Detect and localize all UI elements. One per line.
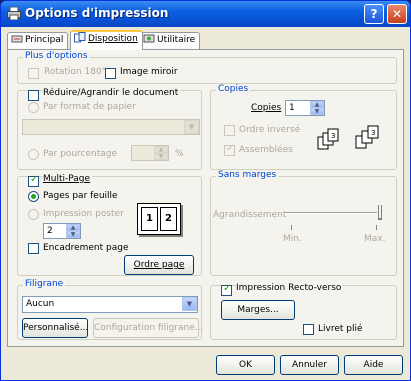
print-options-dialog: Options d'impression ? ✕ Principal Dispo… — [0, 0, 411, 381]
enlarge-label: Agrandissement — [213, 210, 287, 220]
printer-icon — [7, 7, 21, 20]
copies-label: Copies — [251, 103, 282, 113]
reduce-enlarge-label: Réduire/Agrandir le document — [43, 88, 181, 98]
copies-group: Copies Copies 1 ▲ ▼ Ordre inversé ✓ Assem… — [210, 84, 397, 170]
poster-label: Impression poster — [43, 209, 124, 219]
borderless-title: Sans marges — [216, 170, 279, 180]
chevron-down-icon[interactable]: ▼ — [182, 297, 197, 311]
booklet-label: Livret plié — [318, 324, 363, 334]
slider-min-label: Min. — [283, 234, 302, 244]
slider-min-tick — [291, 225, 292, 230]
reduce-enlarge-checkbox[interactable] — [28, 90, 39, 101]
close-button[interactable]: ✕ — [387, 4, 407, 24]
paper-size-combo[interactable]: ▼ — [22, 119, 200, 135]
margins-button[interactable]: Marges... — [221, 300, 295, 320]
multipage-preview: 1 2 — [137, 203, 181, 235]
watermark-combo[interactable]: Aucun ▼ — [22, 296, 198, 313]
more-options-group: Plus d'options Rotation 180° Image miroi… — [17, 51, 397, 84]
mirror-label: Image miroir — [120, 67, 178, 77]
collate-checkbox[interactable]: ✓ — [224, 143, 235, 156]
watermark-value: Aucun — [26, 299, 55, 309]
by-paper-radio[interactable] — [28, 102, 39, 113]
pages-per-sheet-label: Pages par feuille — [43, 191, 118, 201]
disposition-panel: Plus d'options Rotation 180° Image miroi… — [7, 49, 404, 347]
by-percent-radio[interactable] — [28, 149, 39, 160]
watermark-group: Filigrane Aucun ▼ Personnalisé... Config… — [17, 279, 203, 340]
ok-button[interactable]: OK — [216, 355, 275, 375]
poster-radio[interactable] — [28, 209, 39, 220]
svg-text:3: 3 — [331, 132, 335, 140]
cancel-button[interactable]: Annuler — [280, 355, 339, 375]
reduce-enlarge-group: Réduire/Agrandir le document Par format … — [17, 88, 202, 170]
duplex-group: ✓ Impression Recto-verso Marges... Livre… — [210, 283, 397, 340]
svg-text:3: 3 — [371, 129, 375, 137]
multipage-group: ✓ Multi-Page Pages par feuille Impressio… — [17, 174, 202, 276]
printer-settings-icon — [11, 35, 23, 43]
duplex-label: Impression Recto-verso — [236, 283, 344, 293]
collated-stack-icon-2: 3 — [355, 125, 379, 149]
pages-count-spinbox[interactable]: 2 ▲ ▼ — [43, 223, 81, 239]
rotation-label: Rotation 180° — [44, 67, 107, 77]
tab-principal[interactable]: Principal — [7, 32, 69, 49]
enlarge-slider-track[interactable] — [285, 212, 377, 214]
page-order-button[interactable]: Ordre page — [124, 255, 194, 275]
tab-disposition[interactable]: Disposition — [70, 30, 143, 50]
mirror-checkbox[interactable] — [105, 68, 116, 79]
help-title-button[interactable]: ? — [364, 4, 384, 24]
reverse-order-label: Ordre inversé — [239, 125, 301, 135]
watermark-config-button[interactable]: Configuration filigrane... — [93, 318, 203, 338]
tab-utilitaire[interactable]: Utilitaire — [139, 32, 201, 49]
duplex-checkbox[interactable]: ✓ — [221, 283, 232, 296]
pages-count-spinner[interactable]: ▲ ▼ — [66, 224, 80, 238]
title-bar: Options d'impression ? ✕ — [1, 1, 410, 27]
pages-per-sheet-radio[interactable] — [28, 191, 39, 202]
rotation-checkbox[interactable] — [28, 68, 39, 79]
copies-value: 1 — [289, 103, 295, 113]
copies-title: Copies — [216, 84, 251, 94]
by-paper-label: Par format de papier — [43, 102, 136, 112]
multipage-checkbox[interactable]: ✓ — [28, 174, 39, 187]
multipage-label: Multi-Page — [43, 174, 93, 184]
watermark-title: Filigrane — [23, 279, 66, 289]
preview-page-one: 1 — [141, 207, 158, 231]
slider-max-tick — [376, 225, 377, 230]
percent-unit: % — [175, 149, 184, 159]
window-title: Options d'impression — [25, 6, 169, 20]
enlarge-slider-thumb[interactable] — [378, 205, 382, 220]
page-border-checkbox[interactable] — [28, 243, 39, 254]
chevron-down-icon[interactable]: ▼ — [184, 120, 199, 134]
percent-spinner[interactable]: ▲ ▼ — [154, 146, 168, 160]
layout-pages-icon — [74, 32, 86, 43]
utility-tools-icon — [143, 34, 155, 43]
page-border-label: Encadrement page — [43, 243, 129, 253]
collated-stack-icon: 3 — [317, 128, 339, 150]
custom-watermark-button[interactable]: Personnalisé... — [22, 318, 88, 338]
slider-max-label: Max. — [364, 234, 386, 244]
copies-spinbox[interactable]: 1 ▲ ▼ — [285, 100, 325, 116]
percent-spinbox[interactable]: ▲ ▼ — [131, 145, 169, 161]
booklet-checkbox[interactable] — [303, 324, 314, 335]
copies-spinner[interactable]: ▲ ▼ — [310, 101, 324, 115]
borderless-group: Sans marges Agrandissement Min. Max. — [210, 170, 397, 276]
help-button[interactable]: Aide — [344, 355, 403, 375]
reverse-order-checkbox[interactable] — [224, 125, 235, 136]
preview-page-two: 2 — [160, 207, 177, 231]
by-percent-label: Par pourcentage — [43, 149, 118, 159]
collate-label: Assemblées — [239, 145, 293, 155]
more-options-title: Plus d'options — [23, 51, 90, 61]
pages-count-value: 2 — [47, 226, 53, 236]
